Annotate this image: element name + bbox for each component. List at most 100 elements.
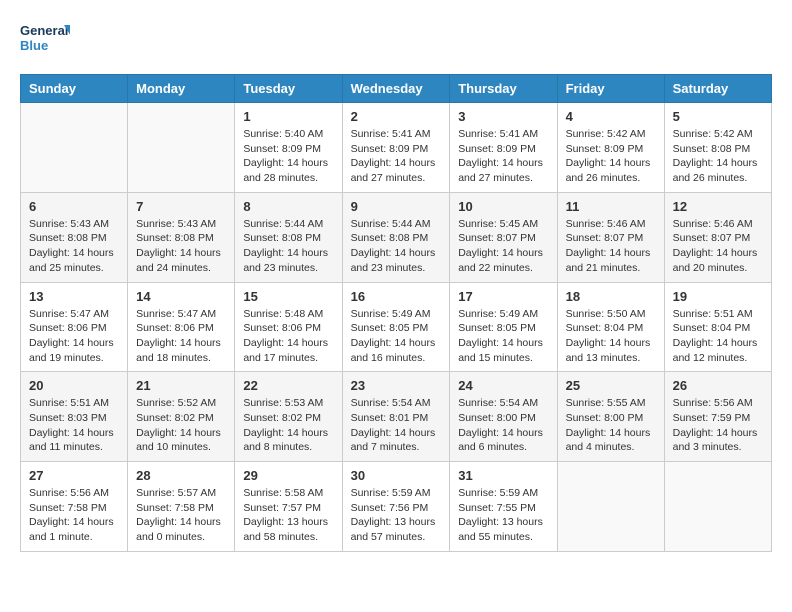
calendar-cell: 31 Sunrise: 5:59 AMSunset: 7:55 PMDayligh… (450, 462, 557, 552)
day-info: Sunrise: 5:49 AMSunset: 8:05 PMDaylight:… (458, 307, 548, 366)
day-number: 17 (458, 289, 548, 304)
day-number: 8 (243, 199, 333, 214)
day-info: Sunrise: 5:42 AMSunset: 8:09 PMDaylight:… (566, 127, 656, 186)
day-info: Sunrise: 5:47 AMSunset: 8:06 PMDaylight:… (136, 307, 226, 366)
svg-text:General: General (20, 23, 68, 38)
calendar-cell: 24 Sunrise: 5:54 AMSunset: 8:00 PMDayligh… (450, 372, 557, 462)
weekday-header: Thursday (450, 75, 557, 103)
calendar-cell: 2 Sunrise: 5:41 AMSunset: 8:09 PMDaylight… (342, 103, 450, 193)
day-number: 9 (351, 199, 442, 214)
calendar-cell: 17 Sunrise: 5:49 AMSunset: 8:05 PMDayligh… (450, 282, 557, 372)
day-number: 16 (351, 289, 442, 304)
day-info: Sunrise: 5:40 AMSunset: 8:09 PMDaylight:… (243, 127, 333, 186)
calendar-cell: 15 Sunrise: 5:48 AMSunset: 8:06 PMDayligh… (235, 282, 342, 372)
day-info: Sunrise: 5:51 AMSunset: 8:03 PMDaylight:… (29, 396, 119, 455)
calendar-cell: 12 Sunrise: 5:46 AMSunset: 8:07 PMDayligh… (664, 192, 771, 282)
day-info: Sunrise: 5:41 AMSunset: 8:09 PMDaylight:… (458, 127, 548, 186)
day-number: 3 (458, 109, 548, 124)
day-number: 2 (351, 109, 442, 124)
logo-svg: General Blue (20, 20, 70, 58)
calendar-week-row: 6 Sunrise: 5:43 AMSunset: 8:08 PMDaylight… (21, 192, 772, 282)
calendar-cell: 18 Sunrise: 5:50 AMSunset: 8:04 PMDayligh… (557, 282, 664, 372)
day-info: Sunrise: 5:43 AMSunset: 8:08 PMDaylight:… (29, 217, 119, 276)
calendar-table: SundayMondayTuesdayWednesdayThursdayFrid… (20, 74, 772, 552)
day-info: Sunrise: 5:59 AMSunset: 7:55 PMDaylight:… (458, 486, 548, 545)
day-info: Sunrise: 5:54 AMSunset: 8:01 PMDaylight:… (351, 396, 442, 455)
day-info: Sunrise: 5:53 AMSunset: 8:02 PMDaylight:… (243, 396, 333, 455)
day-info: Sunrise: 5:56 AMSunset: 7:58 PMDaylight:… (29, 486, 119, 545)
day-number: 14 (136, 289, 226, 304)
day-info: Sunrise: 5:57 AMSunset: 7:58 PMDaylight:… (136, 486, 226, 545)
calendar-cell: 1 Sunrise: 5:40 AMSunset: 8:09 PMDaylight… (235, 103, 342, 193)
day-info: Sunrise: 5:51 AMSunset: 8:04 PMDaylight:… (673, 307, 763, 366)
day-number: 1 (243, 109, 333, 124)
day-number: 22 (243, 378, 333, 393)
day-number: 11 (566, 199, 656, 214)
calendar-week-row: 20 Sunrise: 5:51 AMSunset: 8:03 PMDayligh… (21, 372, 772, 462)
calendar-cell: 8 Sunrise: 5:44 AMSunset: 8:08 PMDaylight… (235, 192, 342, 282)
day-number: 13 (29, 289, 119, 304)
calendar-cell: 22 Sunrise: 5:53 AMSunset: 8:02 PMDayligh… (235, 372, 342, 462)
svg-text:Blue: Blue (20, 38, 48, 53)
day-number: 5 (673, 109, 763, 124)
day-info: Sunrise: 5:46 AMSunset: 8:07 PMDaylight:… (673, 217, 763, 276)
day-number: 21 (136, 378, 226, 393)
calendar-cell (21, 103, 128, 193)
day-info: Sunrise: 5:41 AMSunset: 8:09 PMDaylight:… (351, 127, 442, 186)
day-number: 4 (566, 109, 656, 124)
day-number: 27 (29, 468, 119, 483)
calendar-cell (128, 103, 235, 193)
weekday-header: Tuesday (235, 75, 342, 103)
calendar-cell: 23 Sunrise: 5:54 AMSunset: 8:01 PMDayligh… (342, 372, 450, 462)
day-number: 15 (243, 289, 333, 304)
calendar-cell: 19 Sunrise: 5:51 AMSunset: 8:04 PMDayligh… (664, 282, 771, 372)
weekday-header: Saturday (664, 75, 771, 103)
day-number: 20 (29, 378, 119, 393)
calendar-cell: 20 Sunrise: 5:51 AMSunset: 8:03 PMDayligh… (21, 372, 128, 462)
calendar-cell: 21Sunrise: 5:52 AMSunset: 8:02 PMDayligh… (128, 372, 235, 462)
day-info: Sunrise: 5:44 AMSunset: 8:08 PMDaylight:… (243, 217, 333, 276)
day-number: 6 (29, 199, 119, 214)
day-info: Sunrise: 5:48 AMSunset: 8:06 PMDaylight:… (243, 307, 333, 366)
day-number: 29 (243, 468, 333, 483)
day-info: Sunrise: 5:45 AMSunset: 8:07 PMDaylight:… (458, 217, 548, 276)
day-number: 19 (673, 289, 763, 304)
day-info: Sunrise: 5:50 AMSunset: 8:04 PMDaylight:… (566, 307, 656, 366)
calendar-cell (664, 462, 771, 552)
day-number: 12 (673, 199, 763, 214)
calendar-cell: 9 Sunrise: 5:44 AMSunset: 8:08 PMDaylight… (342, 192, 450, 282)
day-number: 26 (673, 378, 763, 393)
calendar-cell: 26 Sunrise: 5:56 AMSunset: 7:59 PMDayligh… (664, 372, 771, 462)
calendar-cell: 30 Sunrise: 5:59 AMSunset: 7:56 PMDayligh… (342, 462, 450, 552)
day-info: Sunrise: 5:49 AMSunset: 8:05 PMDaylight:… (351, 307, 442, 366)
calendar-cell: 16 Sunrise: 5:49 AMSunset: 8:05 PMDayligh… (342, 282, 450, 372)
day-number: 18 (566, 289, 656, 304)
calendar-cell: 5Sunrise: 5:42 AMSunset: 8:08 PMDaylight… (664, 103, 771, 193)
weekday-header: Wednesday (342, 75, 450, 103)
calendar-cell: 28Sunrise: 5:57 AMSunset: 7:58 PMDayligh… (128, 462, 235, 552)
day-info: Sunrise: 5:44 AMSunset: 8:08 PMDaylight:… (351, 217, 442, 276)
day-number: 31 (458, 468, 548, 483)
calendar-cell: 14 Sunrise: 5:47 AMSunset: 8:06 PMDayligh… (128, 282, 235, 372)
day-number: 10 (458, 199, 548, 214)
calendar-cell: 6 Sunrise: 5:43 AMSunset: 8:08 PMDaylight… (21, 192, 128, 282)
calendar-cell: 27 Sunrise: 5:56 AMSunset: 7:58 PMDayligh… (21, 462, 128, 552)
weekday-header: Monday (128, 75, 235, 103)
day-info: Sunrise: 5:46 AMSunset: 8:07 PMDaylight:… (566, 217, 656, 276)
calendar-cell (557, 462, 664, 552)
calendar-week-row: 13 Sunrise: 5:47 AMSunset: 8:06 PMDayligh… (21, 282, 772, 372)
calendar-cell: 25Sunrise: 5:55 AMSunset: 8:00 PMDayligh… (557, 372, 664, 462)
calendar-cell: 7Sunrise: 5:43 AMSunset: 8:08 PMDaylight… (128, 192, 235, 282)
day-info: Sunrise: 5:56 AMSunset: 7:59 PMDaylight:… (673, 396, 763, 455)
day-info: Sunrise: 5:59 AMSunset: 7:56 PMDaylight:… (351, 486, 442, 545)
weekday-header: Friday (557, 75, 664, 103)
day-info: Sunrise: 5:54 AMSunset: 8:00 PMDaylight:… (458, 396, 548, 455)
calendar-cell: 29Sunrise: 5:58 AMSunset: 7:57 PMDayligh… (235, 462, 342, 552)
day-number: 24 (458, 378, 548, 393)
day-number: 30 (351, 468, 442, 483)
calendar-cell: 10 Sunrise: 5:45 AMSunset: 8:07 PMDayligh… (450, 192, 557, 282)
calendar-cell: 11 Sunrise: 5:46 AMSunset: 8:07 PMDayligh… (557, 192, 664, 282)
calendar-cell: 4 Sunrise: 5:42 AMSunset: 8:09 PMDaylight… (557, 103, 664, 193)
day-number: 23 (351, 378, 442, 393)
calendar-cell: 13Sunrise: 5:47 AMSunset: 8:06 PMDayligh… (21, 282, 128, 372)
